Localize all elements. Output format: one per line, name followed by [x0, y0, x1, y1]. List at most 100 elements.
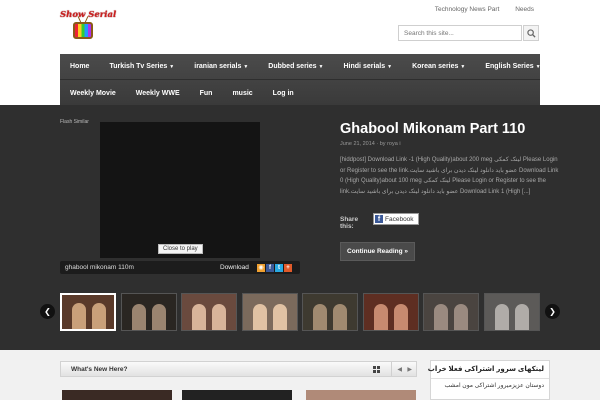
- nav-item-label: Weekly WWE: [135, 89, 180, 97]
- search-input[interactable]: [398, 25, 522, 41]
- video-bar: ghabool mikonam 110m Download ◉ f t +: [60, 261, 300, 274]
- thumbnail-figure: [252, 304, 267, 330]
- close-to-play-button[interactable]: Close to play: [158, 244, 203, 254]
- thumbnail-figure: [131, 304, 146, 330]
- carousel-thumbnail[interactable]: [423, 293, 479, 331]
- sidebar-widget-title: لینکهای سرور اشتراکی فعلا خراب: [427, 366, 544, 373]
- nav-item-fun[interactable]: Fun: [190, 90, 223, 97]
- top-link-needs[interactable]: Needs: [515, 6, 534, 13]
- site-header: Show Serial Technology News Part Needs: [0, 0, 600, 54]
- thumbnail-figure: [393, 304, 408, 330]
- caret-down-icon: ▼: [535, 64, 541, 70]
- main-navigation: Home Turkish Tv Series ▼ iranian serials ▼ Du…: [60, 54, 541, 106]
- video-player[interactable]: [100, 122, 260, 258]
- facebook-share-button[interactable]: f Facebook: [373, 213, 419, 225]
- carousel-thumbnail[interactable]: [483, 293, 540, 331]
- share-label: Share this:: [340, 216, 359, 230]
- thumbnail-figure: [212, 304, 226, 330]
- tv-icon: [73, 22, 93, 39]
- thumbnail-figure: [434, 304, 448, 330]
- post-title[interactable]: Ghabool Mikonam Part 110: [340, 121, 525, 137]
- thumbnail-figure: [454, 304, 468, 330]
- carousel-thumbnail[interactable]: [120, 293, 177, 331]
- chevron-left-icon[interactable]: ◀: [397, 366, 402, 373]
- facebook-share-label: Facebook: [385, 215, 414, 223]
- nav-row-secondary: Weekly Movie Weekly WWE Fun music Log in: [60, 80, 540, 106]
- thumbnail-figure: [313, 304, 327, 330]
- chevron-right-icon[interactable]: ❯: [545, 304, 560, 319]
- nav-item-english-series[interactable]: English Series ▼: [475, 63, 550, 70]
- twitter-icon[interactable]: t: [275, 264, 283, 272]
- post-meta: June 21, 2014 · by roya i: [340, 141, 401, 147]
- nav-item-weekly-wwe[interactable]: Weekly WWE: [126, 90, 190, 97]
- grid-view-icon[interactable]: [373, 366, 380, 373]
- carousel-thumbnail[interactable]: [362, 293, 419, 331]
- rss-icon[interactable]: ◉: [257, 264, 265, 272]
- caret-down-icon: ▼: [318, 64, 324, 70]
- post-excerpt: [hiddpost] Download Link -1 (High Qualit…: [340, 157, 559, 195]
- nav-item-korean-series[interactable]: Korean series ▼: [402, 63, 475, 70]
- video-share-icons: ◉ f t +: [257, 264, 292, 272]
- continue-reading-button[interactable]: Continue Reading »: [340, 242, 416, 261]
- thumbnail-figure: [151, 304, 166, 330]
- nav-item-label: music: [232, 89, 253, 97]
- nav-item-label: Weekly Movie: [70, 89, 116, 97]
- caret-down-icon: ▼: [169, 64, 175, 70]
- caret-down-icon: ▼: [243, 64, 249, 70]
- sidebar-widget-text: دوستان عزیزمیرور اشتراکی مون امشب: [444, 383, 545, 389]
- thumbnail-carousel: ❮ ❯: [40, 292, 560, 332]
- plus-icon[interactable]: +: [284, 264, 292, 272]
- caret-down-icon: ▼: [387, 64, 393, 70]
- search-button[interactable]: [523, 25, 539, 41]
- carousel-thumbnail[interactable]: [302, 293, 358, 331]
- thumbnail-figure: [92, 303, 106, 329]
- caret-down-icon: ▼: [460, 64, 466, 70]
- site-logo[interactable]: Show Serial: [60, 10, 117, 44]
- post-thumbnail[interactable]: [182, 390, 292, 400]
- nav-item-iranian-serials[interactable]: iranian serials ▼: [184, 63, 258, 70]
- search-icon: [527, 29, 536, 38]
- logo-text: Show Serial: [60, 10, 117, 20]
- post-thumbnail[interactable]: [306, 390, 416, 400]
- thumbnail-figure: [333, 304, 347, 330]
- carousel-thumbnail[interactable]: [181, 293, 237, 331]
- nav-item-dubbed-series[interactable]: Dubbed series ▼: [258, 63, 333, 70]
- whats-new-header: What's New Here? ◀ ▶: [60, 361, 417, 377]
- thumbnail-figure: [72, 303, 86, 329]
- chevron-left-icon[interactable]: ❮: [40, 304, 55, 319]
- nav-item-label: Dubbed series: [268, 63, 317, 70]
- top-link-technology[interactable]: Technology News Part: [435, 6, 500, 13]
- whats-new-title: What's New Here?: [71, 366, 128, 373]
- carousel-thumbnail[interactable]: [241, 293, 298, 331]
- video-container: Flash Similar Close to play ghabool miko…: [60, 119, 300, 281]
- video-top-label: Flash Similar: [60, 119, 89, 125]
- nav-row-primary: Home Turkish Tv Series ▼ iranian serials ▼ Du…: [60, 54, 541, 80]
- nav-item-label: English Series: [485, 63, 534, 70]
- thumbnail-figure: [272, 304, 287, 330]
- nav-item-label: Korean series: [412, 63, 459, 70]
- facebook-icon[interactable]: f: [266, 264, 274, 272]
- divider: [431, 378, 549, 379]
- download-link[interactable]: Download: [220, 264, 249, 271]
- chevron-right-icon[interactable]: ▶: [407, 366, 412, 373]
- thumbnail-figure: [373, 304, 388, 330]
- thumbnail-figure: [494, 304, 509, 330]
- carousel-thumbnail[interactable]: [60, 293, 116, 331]
- sidebar-widget: لینکهای سرور اشتراکی فعلا خراب دوستان عز…: [427, 360, 550, 400]
- nav-item-hindi-serials[interactable]: Hindi serials ▼: [334, 63, 403, 70]
- nav-item-turkish-tv-series[interactable]: Turkish Tv Series ▼: [99, 63, 184, 70]
- nav-item-label: Fun: [199, 89, 213, 97]
- nav-item-label: Log in: [272, 89, 294, 97]
- nav-item-log-in[interactable]: Log in: [263, 90, 304, 97]
- thumbnail-figure: [514, 304, 529, 330]
- nav-item-label: Home: [70, 63, 90, 70]
- nav-item-label: Hindi serials: [343, 63, 386, 70]
- top-links: Technology News Part Needs: [421, 6, 534, 13]
- content-area: What's New Here? ◀ ▶ لینکهای سرور اشتراک…: [0, 350, 600, 400]
- post-thumbnail[interactable]: [62, 390, 172, 400]
- nav-item-music[interactable]: music: [222, 90, 262, 97]
- nav-item-home[interactable]: Home: [60, 63, 99, 70]
- nav-item-label: Turkish Tv Series: [109, 63, 168, 70]
- nav-item-label: iranian serials: [194, 63, 242, 70]
- nav-item-weekly-movie[interactable]: Weekly Movie: [60, 90, 126, 97]
